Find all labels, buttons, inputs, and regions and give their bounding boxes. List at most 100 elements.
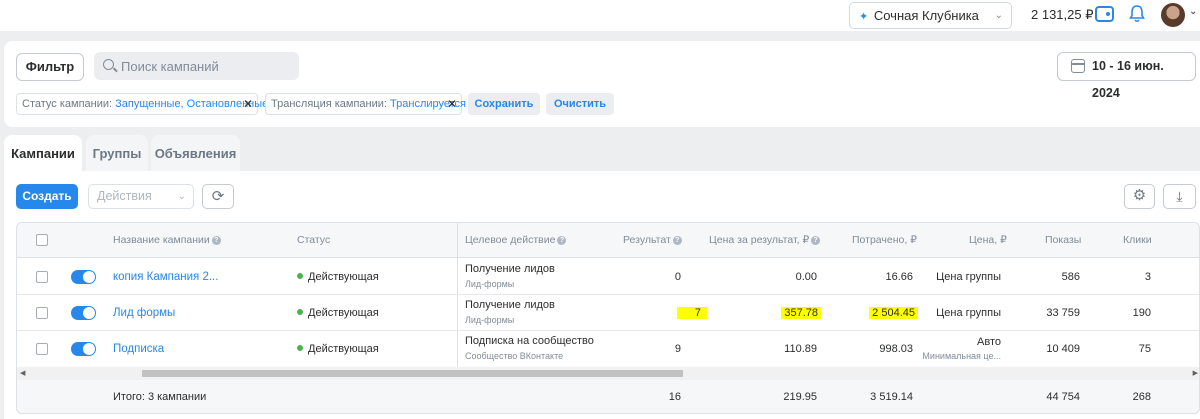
calendar-icon — [1071, 59, 1085, 73]
table-row: копия Кампания 2... Действующая Получени… — [17, 259, 1199, 295]
chevron-down-icon: ⌄ — [994, 10, 1003, 21]
tab-campaigns[interactable]: Кампании — [4, 135, 82, 172]
date-range-label: 10 - 16 июн. 2024 — [1092, 59, 1164, 100]
clicks-cell: 3 — [1144, 271, 1151, 283]
price-cell: Цена группы — [936, 271, 1001, 283]
actions-label: Действия — [97, 189, 152, 203]
total-impressions: 44 754 — [1046, 391, 1080, 403]
chip-key: Трансляция кампании: — [271, 98, 387, 110]
table-row: Лид формы Действующая Получение лидов Лид… — [17, 295, 1199, 331]
avatar[interactable] — [1161, 3, 1185, 27]
total-clicks: 268 — [1132, 391, 1151, 403]
status-dot — [297, 345, 303, 351]
campaign-name-link[interactable]: Лид формы — [113, 295, 175, 331]
row-checkbox[interactable] — [36, 307, 48, 319]
bell-icon[interactable] — [1128, 4, 1146, 24]
row-checkbox[interactable] — [36, 271, 48, 283]
save-filter-button[interactable]: Сохранить — [468, 93, 540, 115]
campaign-toggle[interactable] — [71, 342, 96, 356]
price-cell: Цена группы — [936, 307, 1001, 319]
table-row: Подписка Действующая Подписка на сообщес… — [17, 331, 1199, 367]
campaign-toggle[interactable] — [71, 306, 96, 320]
cost-per-result-cell: 110.89 — [784, 343, 817, 355]
scroll-right-icon[interactable]: ▶ — [1193, 367, 1198, 380]
scrollbar-thumb[interactable] — [142, 370, 683, 377]
spent-cell: 16.66 — [885, 271, 913, 283]
tab-ads[interactable]: Объявления — [151, 135, 240, 172]
search-input[interactable] — [121, 52, 291, 80]
cost-per-result-cell: 0.00 — [795, 271, 817, 283]
search-box — [94, 52, 299, 80]
column-header-name[interactable]: Название кампании? — [113, 223, 221, 258]
filter-panel: Фильтр 10 - 16 июн. 2024 Статус кампании… — [4, 41, 1200, 127]
help-icon: ? — [557, 235, 567, 245]
filter-chip-broadcast[interactable]: Трансляция кампании: Транслируется ✕ — [265, 93, 466, 115]
search-icon — [103, 59, 114, 70]
campaign-name-link[interactable]: Подписка — [113, 331, 164, 367]
horizontal-scrollbar[interactable]: ◀ ▶ — [17, 367, 1199, 380]
wallet-icon[interactable] — [1095, 6, 1114, 22]
target-action: Получение лидов Лид-формы — [465, 299, 555, 325]
create-button[interactable]: Создать — [16, 184, 78, 209]
total-result: 16 — [668, 391, 681, 403]
column-header-status[interactable]: Статус — [297, 223, 330, 258]
table-header: Название кампании? Статус Целевое действ… — [17, 223, 1199, 258]
target-action: Подписка на сообщество Сообщество ВКонтак… — [465, 335, 594, 361]
impressions-cell: 10 409 — [1046, 343, 1080, 355]
result-cell: 7 — [676, 295, 707, 331]
gear-icon[interactable]: ⚙ — [1124, 184, 1155, 209]
campaign-name-link[interactable]: копия Кампания 2... — [113, 259, 218, 295]
chip-key: Статус кампании: — [22, 98, 113, 110]
column-header-result[interactable]: Результат? — [623, 223, 682, 258]
target-action: Получение лидов Лид-формы — [465, 263, 555, 289]
price-cell: Авто Минимальная це... — [922, 336, 1001, 361]
result-cell: 0 — [674, 271, 681, 283]
result-cell: 9 — [674, 343, 681, 355]
download-icon[interactable]: ⤓ — [1163, 184, 1196, 209]
total-cost-per-result: 219.95 — [783, 391, 817, 403]
status-dot — [297, 273, 303, 279]
help-icon: ? — [672, 235, 682, 245]
date-range-button[interactable]: 10 - 16 июн. 2024 — [1057, 52, 1196, 100]
balance: 2 131,25 ₽ — [1031, 7, 1094, 22]
campaigns-panel: Создать Действия ⌄ ⟳ ⚙ ⤓ Название кампан… — [4, 171, 1200, 419]
column-header-impressions[interactable]: Показы — [1045, 223, 1081, 258]
impressions-cell: 586 — [1061, 271, 1080, 283]
status-badge: Действующая — [297, 331, 379, 367]
top-bar: ✦ Сочная Клубника ⌄ 2 131,25 ₽ ⌄ — [0, 0, 1200, 31]
row-checkbox[interactable] — [36, 343, 48, 355]
scroll-left-icon[interactable]: ◀ — [20, 367, 25, 380]
close-icon[interactable]: ✕ — [447, 94, 457, 114]
select-all-checkbox[interactable] — [36, 234, 48, 246]
column-header-target[interactable]: Целевое действие? — [465, 223, 567, 258]
sparkle-icon: ✦ — [859, 11, 869, 23]
chevron-down-icon[interactable]: ⌄ — [1189, 6, 1197, 17]
column-header-clicks[interactable]: Клики — [1123, 223, 1152, 258]
tab-groups[interactable]: Группы — [86, 135, 148, 172]
clear-filter-button[interactable]: Очистить — [546, 93, 614, 115]
actions-select[interactable]: Действия ⌄ — [88, 184, 194, 209]
campaigns-table: Название кампании? Статус Целевое действ… — [16, 222, 1200, 414]
chevron-down-icon: ⌄ — [177, 191, 186, 202]
cost-per-result-cell: 357.78 — [781, 295, 821, 331]
status-badge: Действующая — [297, 259, 379, 295]
help-icon: ? — [211, 235, 221, 245]
status-badge: Действующая — [297, 295, 379, 331]
clicks-cell: 75 — [1138, 343, 1151, 355]
spent-cell: 2 504.45 — [869, 295, 918, 331]
filter-button[interactable]: Фильтр — [16, 53, 84, 81]
help-icon: ? — [811, 235, 821, 245]
column-header-cost-per-result[interactable]: Цена за результат, ₽? — [709, 223, 821, 258]
account-selector[interactable]: ✦ Сочная Клубника ⌄ — [849, 2, 1012, 29]
account-name: Сочная Клубника — [873, 8, 979, 23]
close-icon[interactable]: ✕ — [243, 94, 253, 114]
campaign-toggle[interactable] — [71, 270, 96, 284]
refresh-icon[interactable]: ⟳ — [202, 184, 234, 209]
clicks-cell: 190 — [1132, 307, 1151, 319]
column-header-spent[interactable]: Потрачено, ₽ — [852, 223, 917, 258]
column-header-price[interactable]: Цена, ₽ — [969, 223, 1007, 258]
table-total-row: Итого: 3 кампании 16 219.95 3 519.14 44 … — [17, 380, 1199, 413]
spent-cell: 998.03 — [879, 343, 913, 355]
total-label: Итого: 3 кампании — [113, 391, 207, 403]
filter-chip-status[interactable]: Статус кампании: Запущенные, Остановленн… — [16, 93, 268, 115]
